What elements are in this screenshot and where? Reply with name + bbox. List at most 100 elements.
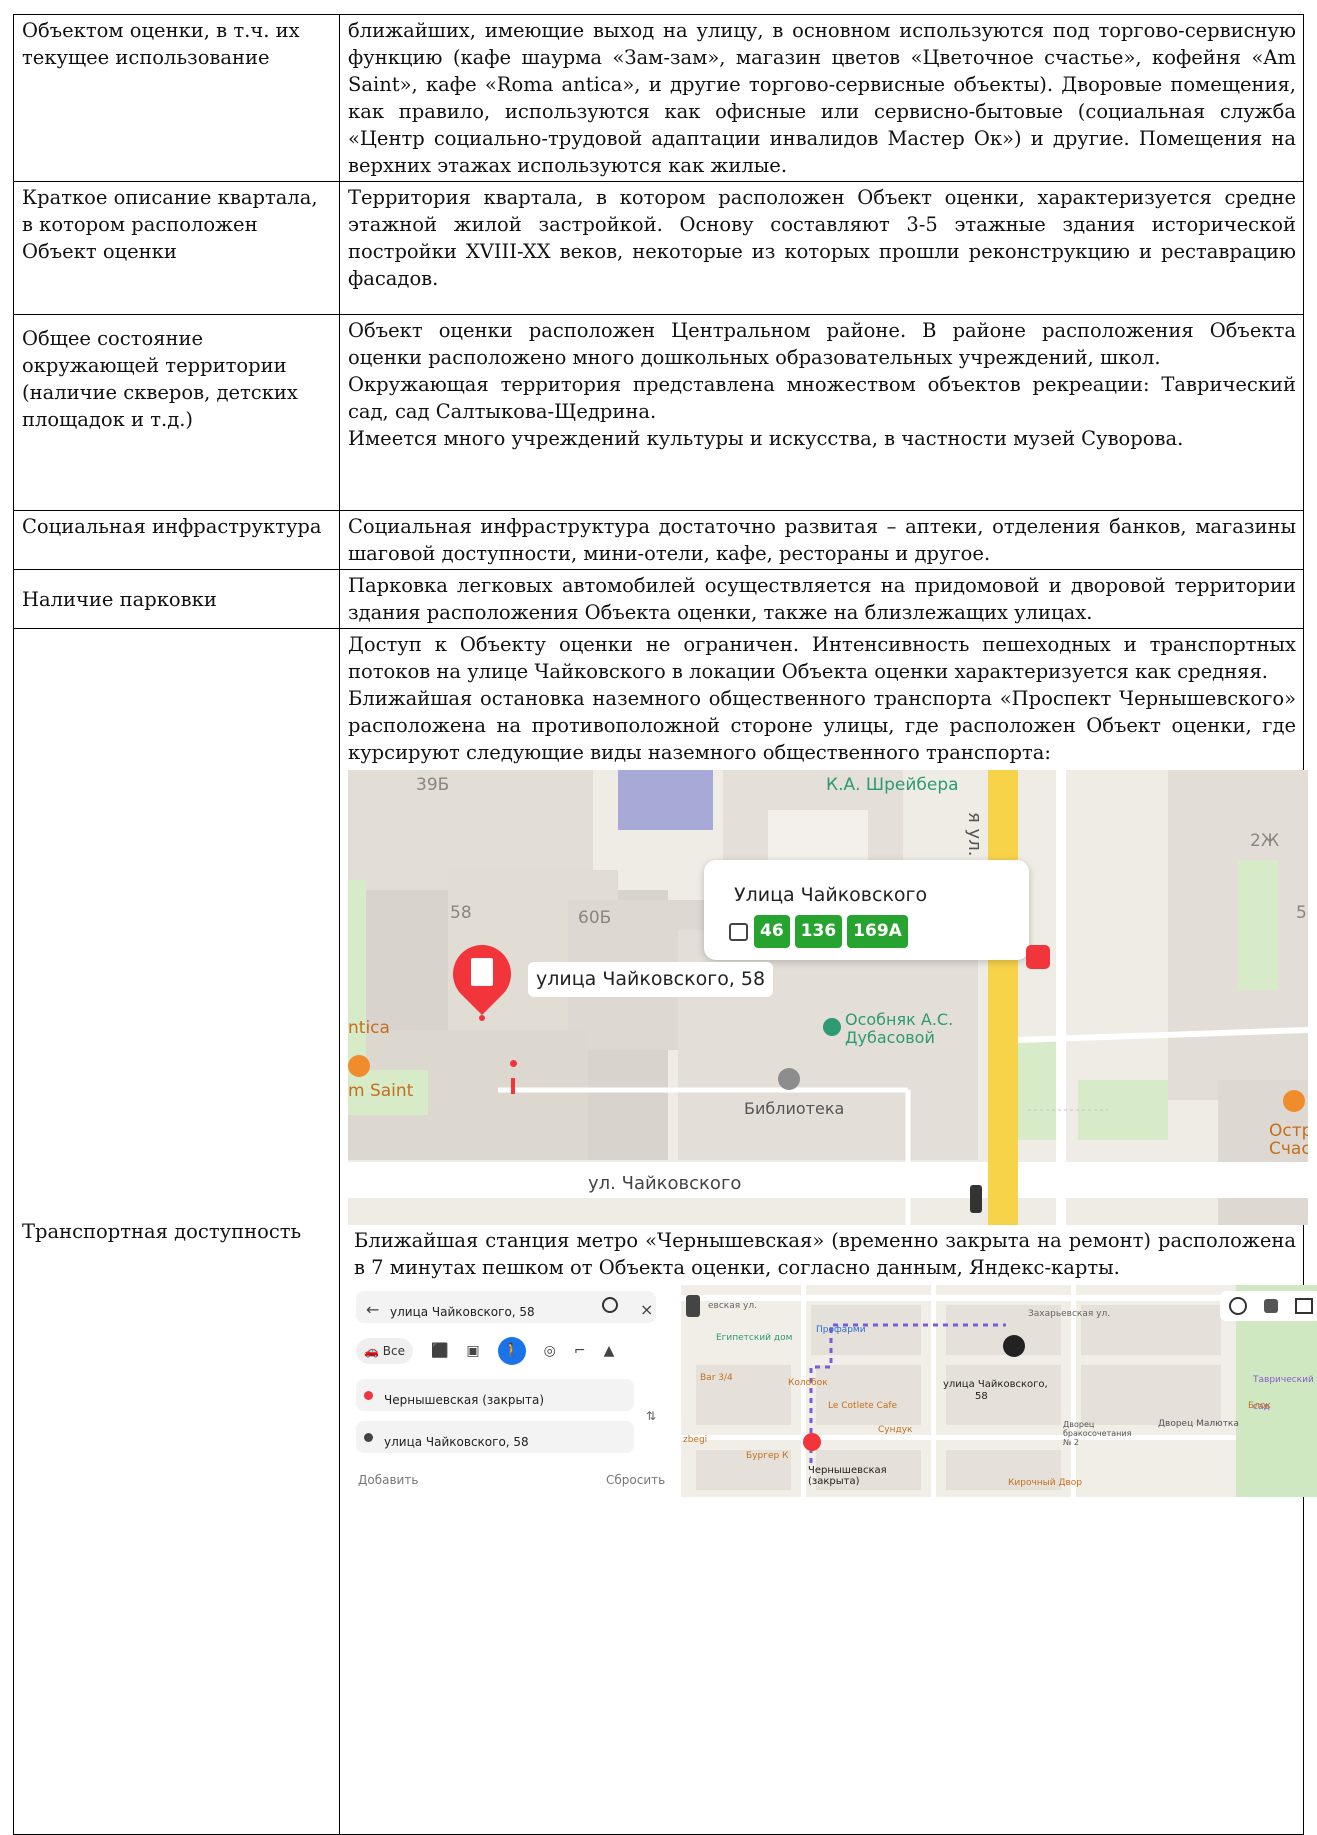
map-label: zbegi [683, 1435, 708, 1445]
mode-all-label: Все [382, 1344, 405, 1358]
row-value: Территория квартала, в котором расположе… [339, 181, 1304, 315]
map-label: Дворец Малютка [1158, 1419, 1239, 1429]
car-icon[interactable]: ⬛ [431, 1338, 448, 1365]
map-label: Кирочный Двор [1008, 1478, 1083, 1488]
route-panel: ← улица Чайковского, 58 × 🚗 Все ⬛ ▣ 🚶 ◎ … [348, 1285, 670, 1497]
paragraph: Территория квартала, в котором расположе… [348, 186, 1296, 290]
transit-stop-map: 39Б К.А. Шрейбера я ул. 2Ж 5 58 60Б Улиц… [348, 770, 1308, 1225]
map-label: 58 [975, 1391, 988, 1402]
map-label: евская ул. [708, 1301, 757, 1311]
pedestrian-dot [510, 1060, 517, 1067]
place-label: Остр Счас [1269, 1121, 1308, 1159]
transport-layer-icon[interactable] [1263, 1299, 1278, 1313]
point-a-value: Чернышевская (закрыта) [384, 1393, 544, 1407]
layers-icon[interactable] [1228, 1297, 1247, 1315]
building-icon [471, 958, 493, 986]
taxi-icon[interactable]: ▲ [604, 1338, 615, 1365]
bus-route-badge[interactable]: 46 [754, 915, 790, 948]
search-bar[interactable]: ← улица Чайковского, 58 × [356, 1291, 656, 1323]
cafe-icon [1283, 1090, 1305, 1112]
row-value: Социальная инфраструктура достаточно раз… [339, 510, 1304, 570]
point-b-value: улица Чайковского, 58 [384, 1435, 529, 1449]
transport-modes: 🚗 Все ⬛ ▣ 🚶 ◎ ⌐ ▲ [356, 1337, 614, 1365]
stop-title: Улица Чайковского [734, 884, 928, 906]
map-collapse-button[interactable] [686, 1295, 700, 1317]
building-number: 5 [1296, 903, 1307, 923]
map-label: Чернышевская (закрыта) [808, 1465, 887, 1487]
map-label: улица Чайковского, [943, 1379, 1048, 1390]
table-row: Краткое описание квартала, в котором рас… [13, 181, 1304, 315]
landmark-icon [823, 1018, 841, 1036]
table-row: Транспортная доступность Доступ к Объект… [13, 628, 1317, 1835]
add-point-link[interactable]: Добавить [358, 1467, 418, 1494]
mode-all-button[interactable]: 🚗 Все [356, 1338, 413, 1364]
close-icon[interactable]: × [640, 1296, 653, 1323]
map-label: Египетский дом [716, 1333, 793, 1343]
cafe-icon [348, 1055, 370, 1077]
route-screenshot: ← улица Чайковского, 58 × 🚗 Все ⬛ ▣ 🚶 ◎ … [348, 1285, 1317, 1497]
scooter-icon[interactable]: ⌐ [574, 1338, 586, 1365]
library-icon [778, 1068, 800, 1090]
paragraph: Парковка легковых автомобилей осуществля… [348, 574, 1296, 624]
reset-link[interactable]: Сбросить [606, 1467, 665, 1494]
metro-pin [803, 1433, 821, 1451]
walk-icon[interactable]: 🚶 [497, 1337, 526, 1365]
building-number: 60Б [578, 908, 612, 928]
swap-icon[interactable]: ⇅ [646, 1403, 656, 1430]
bike-icon[interactable]: ◎ [544, 1338, 556, 1365]
route-badges: 46 136 169А [754, 915, 908, 948]
point-a-marker [364, 1391, 373, 1400]
paragraph: Доступ к Объекту оценки не ограничен. Ин… [348, 633, 1296, 683]
point-b-marker [364, 1433, 373, 1442]
place-label: m Saint [348, 1081, 414, 1101]
table-row: Наличие парковки Парковка легковых автом… [13, 569, 1304, 629]
street-label: я ул. [964, 812, 985, 857]
map-label: Сундук [878, 1425, 913, 1435]
row-label: Общее состояние окружающей территории (н… [13, 314, 340, 511]
back-arrow-icon[interactable]: ← [366, 1296, 379, 1323]
traffic-light-icon [970, 1185, 982, 1213]
paragraph: ближайших, имеющие выход на улицу, в осн… [348, 19, 1296, 177]
map-label: Захарьевская ул. [1028, 1309, 1111, 1319]
table-row: Объектом оценки, в т.ч. их текущее испол… [13, 14, 1304, 182]
map-label: Bar 3/4 [700, 1373, 733, 1383]
paragraph: Ближайшая остановка наземного общественн… [348, 687, 1296, 764]
map-label: Колобок [788, 1378, 828, 1388]
bus-route-badge[interactable]: 136 [794, 915, 843, 948]
point-a-field[interactable]: Чернышевская (закрыта) [356, 1379, 634, 1411]
row-value: Доступ к Объекту оценки не ограничен. Ин… [339, 628, 1317, 1835]
row-value: Объект оценки расположен Центральном рай… [339, 314, 1304, 511]
row-label: Социальная инфраструктура [13, 510, 340, 570]
row-value: Парковка легковых автомобилей осуществля… [339, 569, 1304, 629]
bus-stop-popup[interactable]: Улица Чайковского 46 136 169А [704, 860, 1029, 960]
table-row: Социальная инфраструктура Социальная инф… [13, 510, 1304, 570]
map-label: Дворец бракосочетания № 2 [1063, 1420, 1132, 1447]
bus-icon [729, 923, 748, 941]
place-label: К.А. Шрейбера [826, 775, 959, 795]
point-b-field[interactable]: улица Чайковского, 58 [356, 1421, 634, 1453]
pedestrian-arrow [511, 1078, 515, 1094]
place-label: ntica [348, 1018, 390, 1038]
map-label: Le Cotlete Cafe [828, 1401, 898, 1411]
row-label: Объектом оценки, в т.ч. их текущее испол… [13, 14, 340, 182]
paragraph: Имеется много учреждений культуры и иску… [348, 427, 1184, 450]
row-label: Краткое описание квартала, в котором рас… [13, 181, 340, 315]
paragraph: Окружающая территория представлена множе… [348, 373, 1296, 423]
row-label: Наличие парковки [13, 569, 340, 629]
paragraph: Социальная инфраструктура достаточно раз… [348, 515, 1296, 565]
street-label: ул. Чайковского [588, 1173, 742, 1194]
paragraph: Объект оценки расположен Центральном рай… [348, 319, 1296, 369]
place-label: Особняк А.С. Дубасовой [845, 1010, 954, 1047]
address-label: улица Чайковского, 58 [528, 962, 774, 997]
search-input[interactable]: улица Чайковского, 58 [390, 1299, 535, 1326]
bus-icon[interactable]: ▣ [466, 1338, 479, 1365]
bus-route-badge[interactable]: 169А [847, 915, 908, 948]
building-number: 58 [450, 903, 472, 923]
info-table: Объектом оценки, в т.ч. их текущее испол… [13, 14, 1317, 1835]
print-icon[interactable] [1294, 1298, 1313, 1314]
row-label: Транспортная доступность [13, 628, 340, 1835]
search-icon[interactable] [602, 1297, 618, 1313]
building-number: 39Б [416, 775, 450, 795]
place-label: Библиотека [744, 1099, 845, 1118]
map-controls [1220, 1291, 1317, 1321]
